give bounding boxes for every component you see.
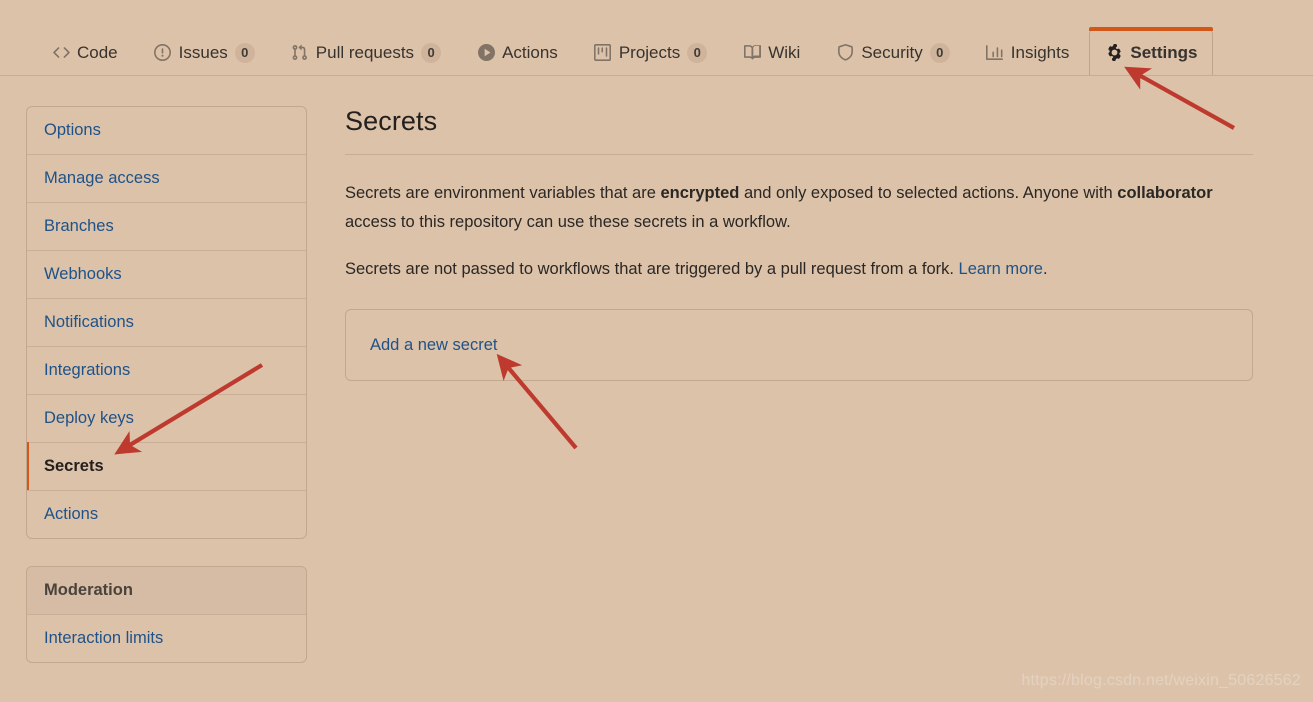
issue-icon (154, 44, 172, 62)
watermark: https://blog.csdn.net/weixin_50626562 (1021, 672, 1301, 689)
sidebar-item-webhooks[interactable]: Webhooks (27, 250, 306, 298)
nav-tab-security-counter: 0 (929, 42, 950, 63)
title-divider (345, 154, 1253, 155)
nav-tab-insights[interactable]: Insights (970, 29, 1086, 75)
shield-icon (836, 44, 854, 62)
secrets-description-part-2: and only exposed to selected actions. An… (739, 184, 1118, 202)
sidebar-item-manage-access[interactable]: Manage access (27, 154, 306, 202)
nav-tab-pull-requests-counter: 0 (421, 42, 442, 63)
nav-tab-actions-label: Actions (502, 43, 558, 62)
moderation-menu-box: Moderation Interaction limits (26, 566, 307, 663)
add-secret-box: Add a new secret (345, 309, 1253, 381)
settings-menu-box: Options Manage access Branches Webhooks … (26, 106, 307, 539)
nav-tab-issues-label: Issues (178, 43, 228, 62)
nav-tab-projects-label: Projects (618, 43, 681, 62)
nav-tab-settings-label: Settings (1130, 43, 1198, 62)
code-icon (52, 44, 70, 62)
learn-more-link[interactable]: Learn more (959, 260, 1043, 278)
add-new-secret-button[interactable]: Add a new secret (370, 336, 498, 355)
sidebar-item-notifications[interactable]: Notifications (27, 298, 306, 346)
nav-tab-wiki[interactable]: Wiki (727, 29, 816, 75)
sidebar-item-branches[interactable]: Branches (27, 202, 306, 250)
secrets-description-part-1: Secrets are environment variables that a… (345, 184, 661, 202)
nav-tab-settings[interactable]: Settings (1089, 27, 1214, 75)
sidebar-heading-moderation: Moderation (27, 567, 306, 614)
sidebar-item-integrations[interactable]: Integrations (27, 346, 306, 394)
secrets-fork-part-1: Secrets are not passed to workflows that… (345, 260, 959, 278)
settings-sidebar: Options Manage access Branches Webhooks … (26, 106, 307, 690)
gear-icon (1105, 44, 1123, 62)
sidebar-item-options[interactable]: Options (27, 107, 306, 154)
project-icon (594, 44, 612, 62)
nav-tab-code-label: Code (77, 43, 118, 62)
sidebar-item-actions[interactable]: Actions (27, 490, 306, 538)
pr-icon (291, 44, 309, 62)
nav-tab-issues[interactable]: Issues 0 (138, 29, 271, 75)
sidebar-item-secrets[interactable]: Secrets (27, 442, 306, 491)
main-panel: Secrets Secrets are environment variable… (345, 104, 1253, 381)
nav-tab-insights-label: Insights (1010, 43, 1070, 62)
secrets-description-paragraph: Secrets are environment variables that a… (345, 179, 1253, 237)
nav-tab-issues-counter: 0 (234, 42, 255, 63)
secrets-fork-paragraph: Secrets are not passed to workflows that… (345, 255, 1253, 284)
nav-tab-actions[interactable]: Actions (461, 29, 574, 75)
nav-tab-projects[interactable]: Projects 0 (578, 29, 723, 75)
content-wrapper: Options Manage access Branches Webhooks … (0, 76, 1313, 702)
nav-tab-projects-counter: 0 (687, 42, 708, 63)
secrets-description-bold-collaborator: collaborator (1117, 184, 1213, 202)
book-icon (743, 44, 761, 62)
graph-icon (986, 44, 1004, 62)
nav-tab-security[interactable]: Security 0 (820, 29, 965, 75)
play-icon (477, 44, 495, 62)
nav-tab-pull-requests[interactable]: Pull requests 0 (275, 29, 457, 75)
secrets-fork-part-2: . (1042, 260, 1048, 278)
nav-tab-wiki-label: Wiki (768, 43, 801, 62)
sidebar-item-interaction-limits[interactable]: Interaction limits (27, 614, 306, 662)
nav-tab-pull-requests-label: Pull requests (315, 43, 415, 62)
secrets-description-part-3: access to this repository can use these … (345, 213, 791, 231)
repository-nav: Code Issues 0 Pull requests 0 Actions Pr… (0, 0, 1313, 76)
secrets-description-bold-encrypted: encrypted (660, 184, 740, 202)
page-title: Secrets (345, 106, 438, 136)
nav-tab-code[interactable]: Code (36, 29, 134, 75)
sidebar-item-deploy-keys[interactable]: Deploy keys (27, 394, 306, 442)
screenshot-root: Code Issues 0 Pull requests 0 Actions Pr… (0, 0, 1313, 702)
nav-tab-security-label: Security (861, 43, 923, 62)
